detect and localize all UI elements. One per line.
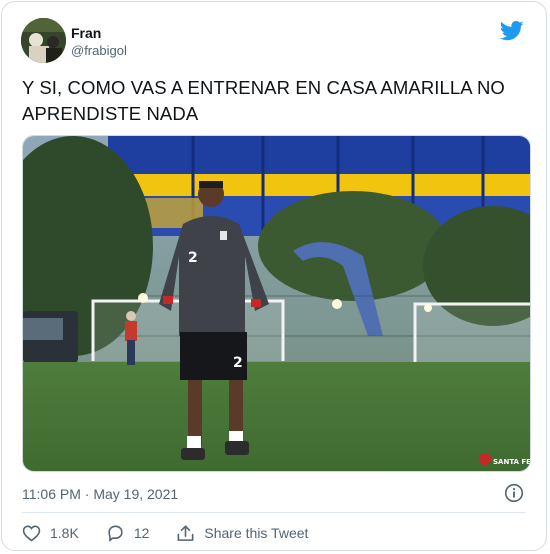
tweet-text: Y SI, COMO VAS A ENTRENAR EN CASA AMARIL… — [22, 77, 505, 124]
tweet-card: Fran @frabigol Y SI, COMO VAS A ENTRENAR… — [1, 1, 547, 551]
share-icon — [177, 525, 194, 541]
watermark: SANTA FE — [493, 458, 531, 466]
author-name[interactable]: Fran — [71, 25, 101, 41]
jersey-number: 2 — [188, 250, 198, 266]
like-button[interactable]: 1.8K — [22, 524, 79, 542]
heart-icon — [22, 525, 41, 542]
author-handle[interactable]: @frabigol — [71, 43, 127, 58]
share-button[interactable]: Share this Tweet — [176, 524, 308, 542]
timestamp-link[interactable]: 11:06 PM · May 19, 2021 — [22, 486, 178, 502]
tweet-photo[interactable]: 2 2 SANTA FE — [22, 135, 531, 472]
reply-icon — [108, 525, 123, 542]
shorts-number: 2 — [233, 355, 243, 371]
like-count: 1.8K — [50, 525, 79, 541]
avatar[interactable] — [21, 18, 66, 63]
twitter-bird-icon[interactable] — [500, 21, 524, 41]
reply-count: 12 — [133, 525, 150, 541]
action-bar: 1.8K 12 Share this Tweet — [22, 522, 335, 544]
share-label: Share this Tweet — [204, 525, 309, 541]
divider — [22, 512, 526, 513]
reply-button[interactable]: 12 — [106, 524, 150, 542]
info-icon[interactable] — [504, 483, 524, 503]
club-crest-icon — [479, 453, 491, 465]
